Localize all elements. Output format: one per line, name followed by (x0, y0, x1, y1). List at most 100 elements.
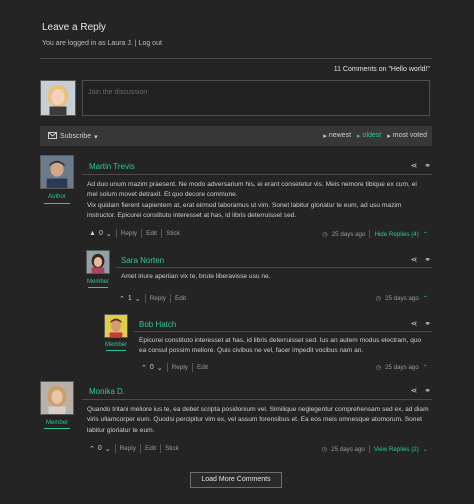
comment-meta: ◷ 25 days ago Hide Replies (4) ⌃ (322, 230, 428, 238)
share-icon[interactable]: ⋖ (411, 386, 418, 395)
logout-link[interactable]: Log out (139, 40, 162, 47)
avatar[interactable] (40, 381, 74, 415)
sort-most-voted-label: most voted (392, 132, 427, 139)
bullet-icon: ▸ (387, 133, 391, 140)
link-icon[interactable]: ⚭ (424, 319, 431, 328)
comment-actions: ▲ 0 ⌄ Reply Edit Stick (89, 229, 180, 238)
role-badge: Member (86, 279, 109, 285)
bullet-icon: ▸ (323, 133, 327, 140)
comment-actions: ⌃ 1 ⌄ Reply Edit (119, 294, 186, 303)
link-icon[interactable]: ⚭ (424, 386, 431, 395)
chevron-up-icon[interactable]: ⌃ (423, 231, 428, 238)
comment-divider (116, 267, 432, 268)
sort-newest[interactable]: ▸ newest (323, 132, 351, 140)
comment-tools: ⋖ ⚭ (411, 161, 431, 170)
logged-in-status: You are logged in as Laura J. | Log out (42, 40, 162, 47)
chevron-up-icon[interactable]: ⌃ (423, 364, 428, 371)
comment-author[interactable]: Martin Trevis (89, 162, 135, 171)
clock-icon: ◷ (375, 295, 382, 302)
sort-oldest[interactable]: ▸ oldest (357, 132, 381, 140)
upvote-icon[interactable]: ⌃ (89, 445, 95, 453)
comment-tools: ⋖ ⚭ (411, 255, 431, 264)
comment-author[interactable]: Sara Norten (121, 256, 164, 265)
logged-in-prefix: You are logged in as (42, 40, 106, 47)
comment-meta: ◷ 25 days ago ⌃ (376, 295, 428, 302)
role-badge: Member (45, 420, 68, 426)
downvote-icon[interactable]: ⌄ (105, 445, 111, 453)
comment-tools: ⋖ ⚭ (411, 386, 431, 395)
load-more-button[interactable]: Load More Comments (190, 472, 282, 488)
comment-divider (82, 174, 432, 175)
downvote-icon[interactable]: ⌄ (106, 230, 112, 238)
comment-count: 11 Comments on "Hello world!" (333, 66, 430, 73)
vote-control: ▲ 0 ⌄ (89, 230, 112, 238)
sort-options: ▸ newest ▸ oldest ▸ most voted (323, 132, 427, 140)
stick-button[interactable]: Stick (166, 230, 180, 237)
comment-divider (82, 399, 432, 400)
sort-oldest-label: oldest (362, 132, 382, 139)
badge-underline (44, 428, 70, 429)
avatar[interactable] (86, 250, 110, 274)
role-badge: Author (48, 194, 66, 200)
reply-button[interactable]: Reply (150, 295, 166, 302)
edit-button[interactable]: Edit (145, 445, 156, 452)
downvote-icon[interactable]: ⌄ (135, 295, 141, 303)
reply-button[interactable]: Reply (172, 364, 188, 371)
comment-actions: ⌃ 0 ⌄ Reply Edit (141, 363, 208, 372)
edit-button[interactable]: Edit (175, 295, 186, 302)
clock-icon: ◷ (375, 364, 382, 371)
chevron-up-icon[interactable]: ⌃ (423, 295, 428, 302)
envelope-icon (48, 132, 57, 141)
toggle-replies[interactable]: View Replies (2) (374, 446, 419, 453)
header-divider (40, 58, 432, 59)
link-icon[interactable]: ⚭ (424, 161, 431, 170)
comment-author[interactable]: Bob Hatch (139, 320, 176, 329)
badge-underline (88, 287, 108, 288)
edit-button[interactable]: Edit (146, 230, 157, 237)
avatar[interactable] (104, 314, 128, 338)
downvote-icon[interactable]: ⌄ (157, 364, 163, 372)
upvote-icon[interactable]: ⌃ (141, 364, 147, 372)
share-icon[interactable]: ⋖ (411, 255, 418, 264)
comment-text: Amet iriure aperiian vix te, brute liber… (121, 273, 271, 280)
comment-tools: ⋖ ⚭ (411, 319, 431, 328)
clock-icon: ◷ (321, 445, 328, 453)
comment-time: 25 days ago (331, 230, 366, 238)
role-badge: Member (104, 342, 127, 348)
clock-icon: ◷ (322, 230, 328, 238)
stick-button[interactable]: Stick (165, 445, 179, 452)
sort-most-voted[interactable]: ▸ most voted (387, 132, 427, 140)
edit-button[interactable]: Edit (197, 364, 208, 371)
comment-time: 25 days ago (331, 445, 365, 453)
vote-count: 0 (149, 364, 154, 371)
reply-textarea[interactable]: Join the discussion (82, 80, 430, 116)
comment-meta: ◷ 25 days ago ⌃ (376, 364, 428, 371)
share-icon[interactable]: ⋖ (411, 319, 418, 328)
upvote-icon[interactable]: ⌃ (119, 295, 125, 303)
page-title: Leave a Reply (42, 22, 106, 33)
user-link[interactable]: Laura J. (108, 40, 133, 47)
bullet-icon: ▸ (357, 133, 361, 140)
comment-time: 25 days ago (385, 364, 419, 371)
share-icon[interactable]: ⋖ (411, 161, 418, 170)
subscribe-button[interactable]: Subscribe ▾ (48, 132, 98, 141)
reply-button[interactable]: Reply (121, 230, 137, 237)
comment-divider (134, 331, 432, 332)
comment-meta: ◷ 25 days ago View Replies (2) ⌄ (322, 445, 428, 453)
separator: | (134, 40, 137, 47)
link-icon[interactable]: ⚭ (424, 255, 431, 264)
comments-toolbar: Subscribe ▾ ▸ newest ▸ oldest ▸ most voted (40, 126, 432, 146)
comment-text: Quando tritani meliore ius te, ea debet … (87, 406, 429, 434)
comment-author[interactable]: Monika D. (89, 387, 125, 396)
reply-button[interactable]: Reply (120, 445, 136, 452)
vote-control: ⌃ 0 ⌄ (141, 364, 163, 372)
chevron-down-icon[interactable]: ⌄ (423, 446, 428, 453)
vote-count: 0 (98, 230, 103, 237)
vote-control: ⌃ 0 ⌄ (89, 445, 111, 453)
current-user-avatar (40, 80, 76, 116)
toggle-replies[interactable]: Hide Replies (4) (374, 231, 418, 238)
sort-newest-label: newest (328, 132, 352, 139)
upvote-icon[interactable]: ▲ (89, 230, 96, 237)
avatar[interactable] (40, 155, 74, 189)
comment-time: 25 days ago (385, 295, 419, 302)
